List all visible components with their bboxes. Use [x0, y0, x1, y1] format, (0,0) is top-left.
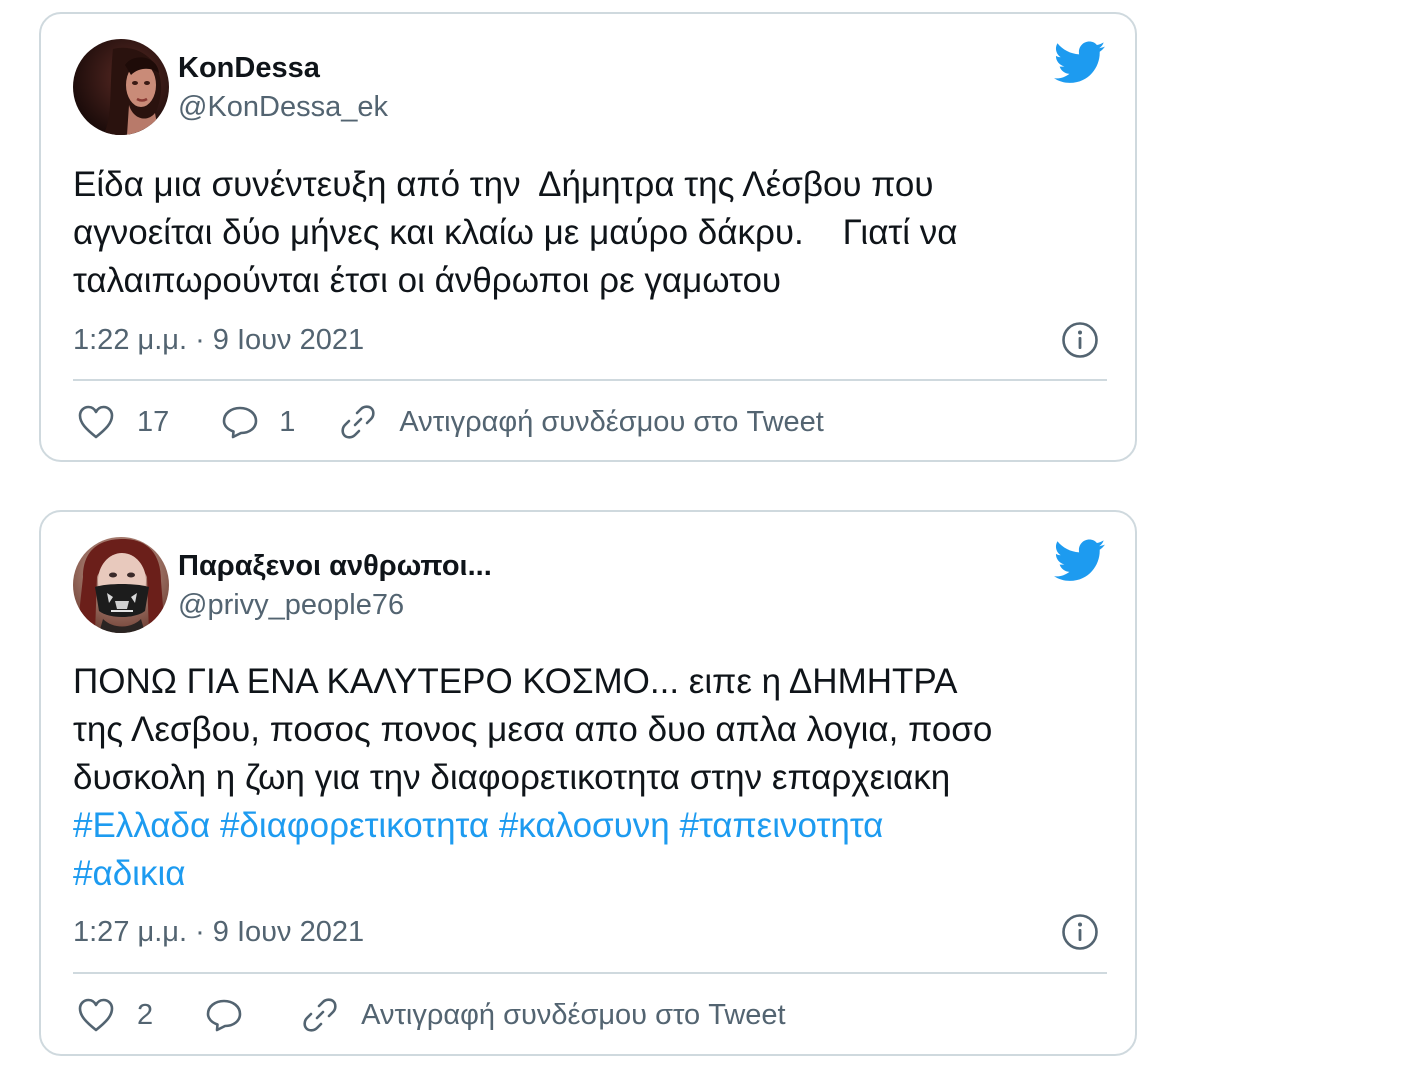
tweet-text-line: ΠΟΝΩ ΓΙΑ ΕΝΑ ΚΑΛΥΤΕΡΟ ΚΟΣΜΟ... ειπε η ΔΗ…: [73, 662, 958, 701]
tweet-text: Είδα μια συνέντευξη από την Δήμητρα της …: [73, 161, 1113, 305]
twitter-bird-icon[interactable]: [1054, 538, 1106, 584]
hashtag-link[interactable]: #καλοσυνη: [499, 806, 670, 845]
hashtag-link[interactable]: #διαφορετικοτητα: [220, 806, 489, 845]
tweet-text-line: δυσκολη η ζωη για την διαφορετικοτητα στ…: [73, 758, 951, 797]
reply-button[interactable]: [205, 997, 243, 1033]
link-icon: [303, 998, 337, 1032]
reply-button[interactable]: 1: [221, 404, 295, 440]
reply-bubble-icon: [222, 406, 258, 439]
tweet-text: ΠΟΝΩ ΓΙΑ ΕΝΑ ΚΑΛΥΤΕΡΟ ΚΟΣΜΟ... ειπε η ΔΗ…: [73, 658, 1113, 898]
hashtag-link[interactable]: #ταπεινοτητα: [680, 806, 884, 845]
tweet-text-line: αγνοείται δύο μήνες και κλαίω με μαύρο δ…: [73, 213, 958, 252]
tweet-timestamp[interactable]: 1:27 μ.μ. · 9 Ιουν 2021: [73, 916, 364, 949]
heart-icon: [78, 405, 114, 439]
twitter-bird-icon[interactable]: [1054, 40, 1106, 86]
tweet-card[interactable]: KonDessa @KonDessa_ek Είδα μια συνέντευξ…: [39, 12, 1137, 462]
divider: [73, 972, 1107, 974]
tweet-actions: 2 Αντιγραφή συνδέσμου στο Tweet: [77, 992, 786, 1038]
hashtag-link[interactable]: #Ελλαδα: [73, 806, 210, 845]
like-button[interactable]: 17: [77, 404, 169, 440]
display-name[interactable]: KonDessa: [178, 52, 320, 85]
like-count: 17: [137, 405, 170, 438]
link-icon: [341, 405, 376, 439]
tweet-card[interactable]: Παραξενοι ανθρωποι... @privy_people76 ΠΟ…: [39, 510, 1137, 1056]
copy-link-label: Αντιγραφή συνδέσμου στο Tweet: [361, 998, 786, 1031]
user-handle[interactable]: @privy_people76: [178, 589, 404, 622]
tweet-actions: 17 1 Αντιγραφή συνδέσμου στο Tweet: [77, 399, 824, 445]
avatar-image: [73, 39, 169, 135]
user-handle[interactable]: @KonDessa_ek: [178, 91, 388, 124]
tweet-timestamp[interactable]: 1:22 μ.μ. · 9 Ιουν 2021: [73, 324, 364, 357]
copy-link-label: Αντιγραφή συνδέσμου στο Tweet: [399, 405, 824, 438]
display-name[interactable]: Παραξενοι ανθρωποι...: [178, 550, 492, 583]
divider: [73, 379, 1107, 381]
reply-bubble-icon: [206, 999, 242, 1032]
info-icon[interactable]: [1061, 321, 1099, 359]
copy-link-button[interactable]: Αντιγραφή συνδέσμου στο Tweet: [301, 996, 786, 1034]
tweet-text-line: της Λεσβου, ποσος πονος μεσα απο δυο απλ…: [73, 710, 993, 749]
heart-icon: [78, 998, 114, 1032]
like-count: 2: [137, 998, 154, 1031]
hashtag-link[interactable]: #αδικια: [73, 854, 185, 893]
tweet-text-line: Είδα μια συνέντευξη από την Δήμητρα της …: [73, 165, 934, 204]
info-icon[interactable]: [1061, 913, 1099, 951]
avatar[interactable]: [73, 537, 169, 633]
like-button[interactable]: 2: [77, 997, 153, 1033]
copy-link-button[interactable]: Αντιγραφή συνδέσμου στο Tweet: [339, 403, 824, 441]
avatar-image: [73, 537, 169, 633]
reply-count: 1: [279, 405, 296, 438]
avatar[interactable]: [73, 39, 169, 135]
tweet-text-line: ταλαιπωρούνται έτσι οι άνθρωποι ρε γαμωτ…: [73, 261, 782, 300]
